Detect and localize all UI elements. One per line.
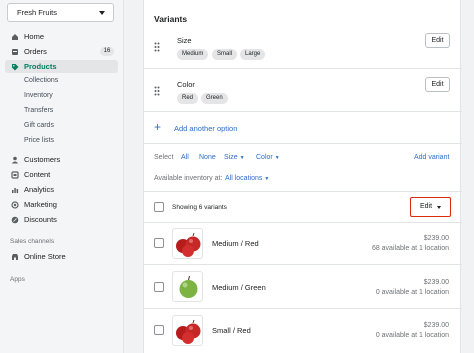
option-name-size: Size [177, 36, 192, 45]
red-apples-image [176, 319, 201, 344]
caret-down-icon: ▼ [239, 155, 245, 161]
nav-item-label: Products [24, 62, 57, 71]
store-icon [12, 254, 18, 260]
nav-item-marketing[interactable]: Marketing [5, 198, 118, 211]
variant-checkbox[interactable] [154, 238, 164, 248]
variants-card: Variants Size Medium Small Large Edit Co… [143, 0, 462, 353]
bulk-edit-dropdown[interactable]: Edit [414, 201, 446, 213]
content-icon [11, 171, 19, 179]
nav-item-label: Online Store [24, 252, 66, 261]
person-icon [11, 156, 19, 164]
add-variant-link[interactable]: Add variant [414, 154, 449, 161]
subnav-collections[interactable]: Collections [24, 75, 58, 87]
select-label: Select [154, 154, 174, 161]
apps-label[interactable]: Apps [10, 276, 25, 283]
variant-checkbox[interactable] [154, 325, 164, 335]
orders-count-badge: 16 [100, 47, 114, 56]
tag-icon [12, 64, 19, 71]
green-apple-image [179, 275, 198, 298]
nav-item-analytics[interactable]: Analytics [5, 183, 118, 196]
divider [144, 222, 462, 223]
variant-price: $239.00 [423, 279, 449, 286]
nav-item-online-store[interactable]: Online Store [5, 250, 118, 263]
location-label: All locations [225, 175, 263, 182]
location-dropdown[interactable]: All locations ▼ [225, 175, 269, 182]
divider [144, 264, 462, 265]
select-all-link[interactable]: All [181, 154, 189, 161]
edit-size-button[interactable]: Edit [425, 33, 450, 48]
divider [144, 68, 462, 69]
variant-name[interactable]: Medium / Red [212, 239, 259, 248]
caret-down-icon: ▼ [264, 176, 270, 182]
subnav-gift-cards[interactable]: Gift cards [24, 120, 54, 132]
plus-icon: + [154, 120, 162, 134]
option-value-pill: Medium [177, 49, 209, 60]
size-filter-label: Size [224, 154, 238, 161]
variant-price: $239.00 [423, 322, 449, 329]
analytics-icon [12, 188, 19, 193]
option-value-pill: Red [177, 93, 199, 104]
option-value-pill: Small [212, 49, 238, 60]
nav-item-content[interactable]: Content [5, 168, 118, 181]
nav-item-label: Home [24, 32, 45, 41]
option-name-color: Color [177, 80, 195, 89]
nav-item-label: Content [24, 170, 51, 179]
select-all-checkbox[interactable] [154, 202, 164, 212]
red-apples-image [176, 232, 201, 257]
variant-image-green-apple[interactable] [172, 271, 203, 302]
variant-checkbox[interactable] [154, 282, 164, 292]
store-selector[interactable]: Fresh Fruits [7, 3, 114, 22]
variant-name[interactable]: Small / Red [212, 326, 251, 335]
option-value-pill: Green [201, 93, 228, 104]
size-filter-dropdown[interactable]: Size ▼ [224, 154, 245, 161]
option-value-pill: Large [240, 49, 266, 60]
drag-handle-icon[interactable] [154, 42, 160, 52]
sidebar: Fresh Fruits Home Orders 16 Products Col… [0, 0, 124, 353]
discount-icon [11, 216, 19, 224]
divider [144, 308, 462, 309]
nav-item-discounts[interactable]: Discounts [5, 213, 118, 226]
orders-icon [12, 49, 18, 55]
sales-channels-label: Sales channels [10, 238, 55, 245]
variant-availability: 68 available at 1 location [371, 245, 449, 252]
nav-item-home[interactable]: Home [5, 30, 118, 43]
variant-image-red-apples[interactable] [172, 228, 203, 259]
nav-item-products[interactable]: Products [5, 60, 118, 73]
divider [144, 191, 462, 192]
drag-handle-icon[interactable] [154, 86, 160, 96]
variant-price: $239.00 [423, 235, 449, 242]
nav-item-label: Orders [24, 47, 47, 56]
inventory-label: Available inventory at: [154, 175, 223, 182]
variant-image-red-apples[interactable] [172, 315, 203, 346]
select-none-link[interactable]: None [199, 154, 216, 161]
nav-item-orders[interactable]: Orders 16 [5, 45, 118, 58]
divider [144, 111, 462, 112]
subnav-price-lists[interactable]: Price lists [24, 135, 54, 147]
bulk-edit-label: Edit [420, 203, 433, 210]
color-filter-dropdown[interactable]: Color ▼ [256, 154, 280, 161]
marketing-icon [11, 201, 19, 209]
chevron-down-icon [99, 11, 105, 15]
edit-color-button[interactable]: Edit [425, 77, 450, 92]
nav-item-customers[interactable]: Customers [5, 153, 118, 166]
variant-name[interactable]: Medium / Green [212, 283, 266, 292]
variant-availability: 0 available at 1 location [375, 289, 449, 296]
subnav-inventory[interactable]: Inventory [24, 90, 53, 102]
variant-availability: 0 available at 1 location [375, 332, 449, 339]
store-name: Fresh Fruits [17, 8, 58, 17]
home-icon [12, 34, 18, 40]
nav-item-label: Customers [24, 155, 61, 164]
bulk-edit-highlight: Edit [410, 197, 451, 217]
add-another-option-link[interactable]: Add another option [174, 124, 237, 133]
nav-item-label: Marketing [24, 200, 57, 209]
caret-down-icon: ▼ [274, 155, 280, 161]
color-filter-label: Color [256, 154, 273, 161]
showing-variants-label: Showing 6 variants [172, 204, 227, 211]
caret-down-icon [437, 206, 441, 209]
variants-title: Variants [154, 14, 188, 24]
nav-item-label: Discounts [24, 215, 57, 224]
subnav-transfers[interactable]: Transfers [24, 105, 53, 117]
nav-item-label: Analytics [24, 185, 55, 194]
divider [144, 143, 462, 144]
